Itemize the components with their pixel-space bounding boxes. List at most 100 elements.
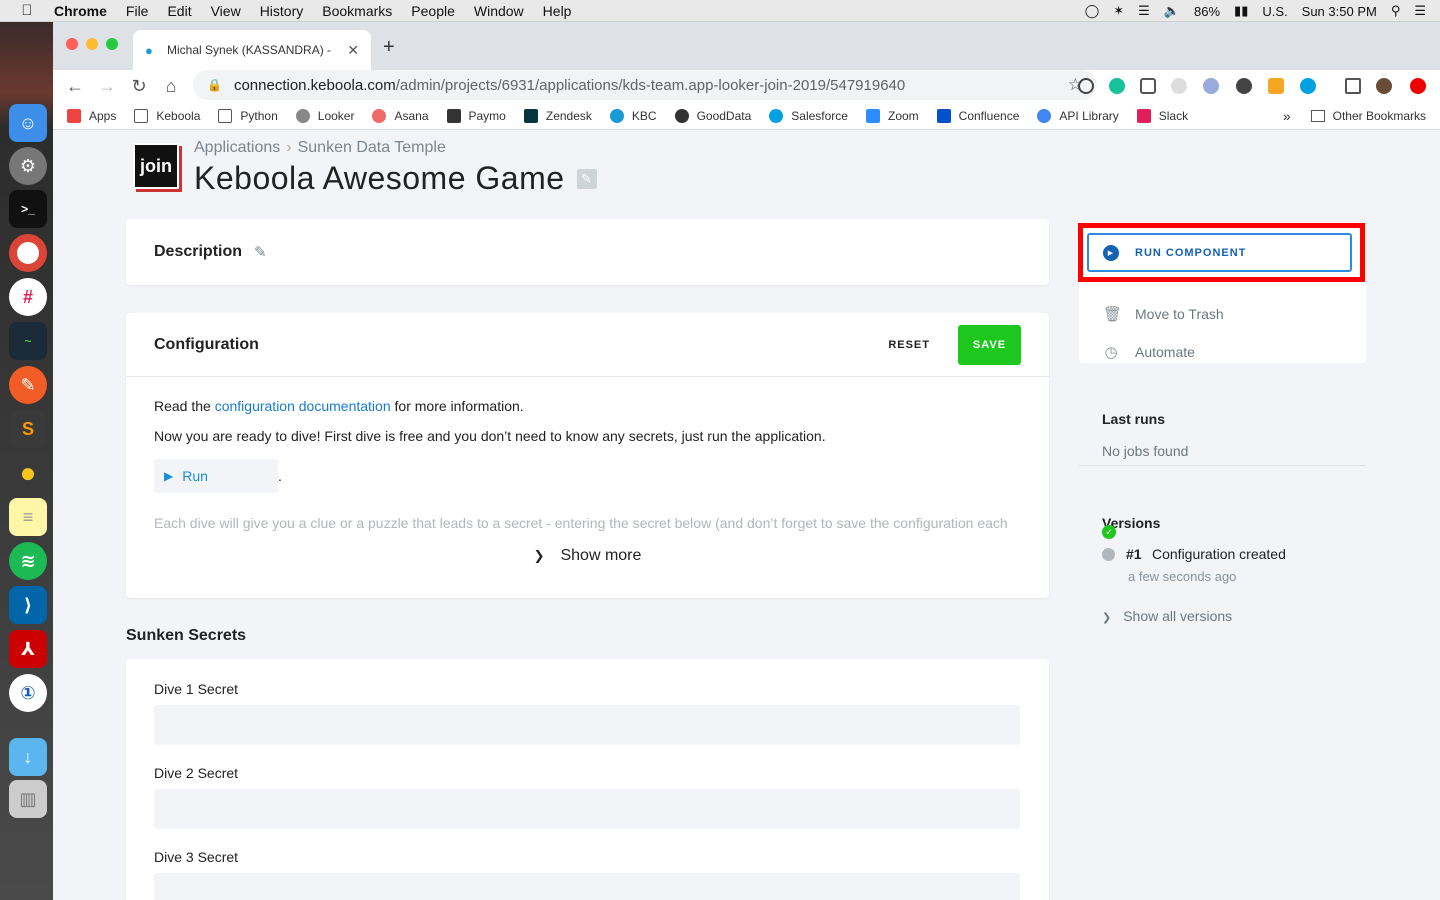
edit-description-icon[interactable]: ✎	[254, 243, 267, 261]
menu-history[interactable]: History	[260, 3, 304, 19]
sublime-text-icon[interactable]: S	[9, 410, 47, 448]
new-tab-button[interactable]: +	[383, 36, 395, 59]
minimize-window-button[interactable]	[86, 38, 98, 50]
move-to-trash-action[interactable]: 🗑 Move to Trash	[1103, 305, 1224, 323]
spotify-icon[interactable]: ≋	[9, 542, 47, 580]
downloads-folder-icon[interactable]: ↓	[9, 738, 47, 776]
menu-edit[interactable]: Edit	[167, 3, 191, 19]
bookmark-salesforce[interactable]: Salesforce	[769, 108, 848, 123]
profile-avatar[interactable]	[1376, 78, 1392, 94]
notes-icon[interactable]: ≡	[9, 498, 47, 536]
bookmark-kbc[interactable]: KBC	[609, 108, 657, 123]
onepassword-extension-icon[interactable]	[1078, 78, 1094, 94]
volume-icon[interactable]: 🔈	[1164, 3, 1180, 19]
breadcrumb-current[interactable]: Sunken Data Temple	[298, 139, 446, 156]
bookmark-confluence[interactable]: Confluence	[936, 108, 1019, 123]
bookmark-looker[interactable]: Looker	[295, 108, 354, 123]
bookmark-label: GoodData	[696, 108, 752, 123]
configuration-documentation-link[interactable]: configuration documentation	[215, 398, 391, 414]
menu-help[interactable]: Help	[543, 3, 572, 19]
bookmarks-overflow-icon[interactable]: »	[1283, 108, 1291, 124]
bookmark-paymo[interactable]: Paymo	[446, 108, 506, 123]
menu-file[interactable]: File	[126, 3, 149, 19]
spotlight-icon[interactable]: ⚲	[1391, 3, 1401, 19]
dive-3-secret-input[interactable]	[154, 873, 1020, 900]
bookmark-api-library[interactable]: API Library	[1037, 108, 1119, 123]
dive-1-secret-input[interactable]	[154, 705, 1020, 745]
cast-icon[interactable]	[1345, 78, 1361, 94]
menu-view[interactable]: View	[211, 3, 241, 19]
system-preferences-icon[interactable]: ⚙	[9, 147, 47, 185]
highlight-box	[1078, 223, 1365, 282]
chrome-icon[interactable]	[9, 234, 47, 272]
apple-menu-icon[interactable]: 	[0, 2, 54, 19]
back-icon[interactable]: ←	[59, 76, 91, 97]
zoom-window-button[interactable]	[106, 38, 118, 50]
bookmark-python[interactable]: Python	[218, 108, 278, 123]
dive-2-secret-input[interactable]	[154, 789, 1020, 829]
salesforce-extension-icon[interactable]	[1300, 78, 1316, 94]
bookmark-other[interactable]: » Other Bookmarks	[1283, 108, 1426, 124]
slack-icon[interactable]: #	[9, 278, 47, 316]
show-all-versions-link[interactable]: ❯ Show all versions	[1102, 608, 1232, 624]
wifi-icon[interactable]: ☰	[1138, 3, 1150, 19]
trash-icon[interactable]: ▥	[9, 780, 47, 818]
battery-icon[interactable]: ▮▮	[1234, 3, 1248, 19]
home-icon[interactable]: ⌂	[155, 76, 187, 97]
show-more-toggle[interactable]: ❯ Show more	[126, 547, 1049, 565]
lock-icon[interactable]: 🔒	[207, 78, 222, 92]
play-icon: ▶	[164, 469, 174, 483]
orange-extension-icon[interactable]	[1268, 78, 1284, 94]
automate-action[interactable]: ◷ Automate	[1103, 343, 1194, 361]
clock[interactable]: Sun 3:50 PM	[1302, 4, 1377, 19]
tab-close-icon[interactable]: ✕	[347, 42, 359, 59]
bookmark-keboola[interactable]: Keboola	[134, 108, 200, 123]
bookmark-zendesk[interactable]: Zendesk	[523, 108, 592, 123]
notification-center-icon[interactable]: ☰	[1414, 3, 1426, 19]
input-source[interactable]: U.S.	[1262, 4, 1287, 19]
onepassword-icon[interactable]: ①	[9, 674, 47, 712]
browser-tab[interactable]: ● Michal Synek (KASSANDRA) - ✕	[133, 30, 371, 70]
edit-title-icon[interactable]: ✎	[576, 168, 597, 189]
menu-window[interactable]: Window	[474, 3, 524, 19]
breadcrumb-applications[interactable]: Applications	[194, 139, 280, 156]
update-alert-icon[interactable]	[1410, 78, 1426, 94]
reset-button[interactable]: RESET	[888, 339, 930, 351]
configuration-header: Configuration RESET SAVE	[126, 313, 1049, 377]
bluetooth-icon[interactable]: ✶	[1113, 3, 1124, 19]
activity-monitor-icon[interactable]: ~	[9, 322, 47, 360]
cyberduck-icon[interactable]: ●	[9, 454, 47, 492]
grammarly-extension-icon[interactable]	[1109, 78, 1125, 94]
forward-icon[interactable]: →	[91, 76, 123, 97]
finder-icon[interactable]: ☺	[9, 104, 47, 142]
reload-icon[interactable]: ↻	[123, 76, 155, 97]
zoom-icon	[865, 108, 880, 123]
bookmark-gooddata[interactable]: GoodData	[674, 108, 752, 123]
menu-chrome[interactable]: Chrome	[54, 3, 107, 19]
vscode-icon[interactable]: ⟩	[9, 586, 47, 624]
terminal-icon[interactable]: >_	[9, 190, 47, 228]
bookmark-asana[interactable]: Asana	[372, 108, 429, 123]
bookmark-slack[interactable]: Slack	[1136, 108, 1188, 123]
bookmark-zoom[interactable]: Zoom	[865, 108, 919, 123]
address-bar[interactable]: 🔒 connection.keboola.com/admin/projects/…	[193, 70, 1097, 100]
salesforce-icon	[769, 108, 784, 123]
onepassword-status-icon[interactable]: ◯	[1085, 3, 1100, 19]
gooddata-icon	[674, 108, 689, 123]
google-extension-icon[interactable]	[1171, 78, 1187, 94]
postman-icon[interactable]: ✎	[9, 366, 47, 404]
version-number[interactable]: #1	[1126, 546, 1142, 562]
snowflake-extension-icon[interactable]	[1203, 78, 1219, 94]
check-circle-icon: ✓	[1102, 525, 1116, 539]
dark-reader-extension-icon[interactable]	[1236, 78, 1252, 94]
battery-percent[interactable]: 86%	[1194, 4, 1220, 19]
app-logo: join	[133, 143, 179, 189]
acrobat-icon[interactable]: ⅄	[9, 630, 47, 668]
pocket-extension-icon[interactable]	[1140, 78, 1156, 94]
run-inline-button[interactable]: ▶ Run	[154, 459, 278, 493]
close-window-button[interactable]	[66, 38, 78, 50]
save-button[interactable]: SAVE	[958, 324, 1021, 365]
menu-bookmarks[interactable]: Bookmarks	[322, 3, 392, 19]
menu-people[interactable]: People	[411, 3, 455, 19]
bookmark-apps[interactable]: Apps	[67, 108, 116, 123]
